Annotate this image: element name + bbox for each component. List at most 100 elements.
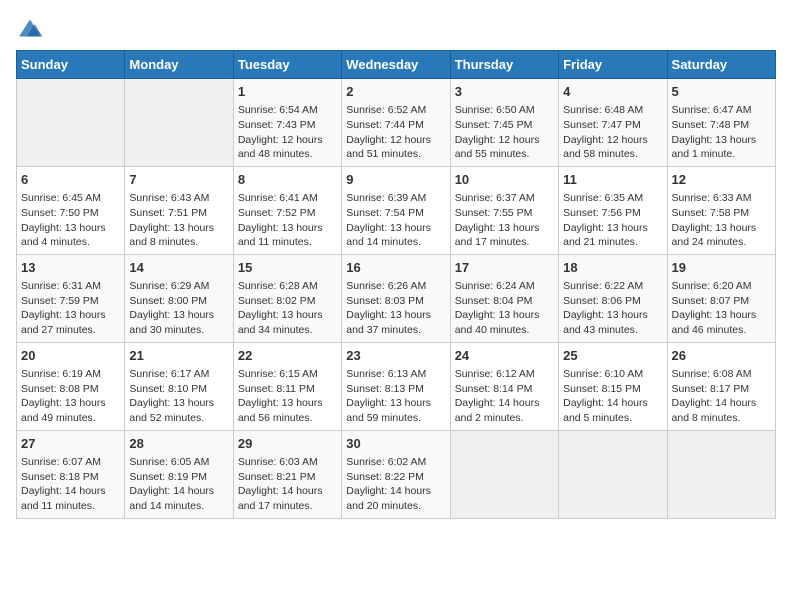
calendar-week-row: 1Sunrise: 6:54 AMSunset: 7:43 PMDaylight… [17, 79, 776, 167]
day-info: Sunrise: 6:39 AMSunset: 7:54 PMDaylight:… [346, 191, 445, 250]
day-info: Sunrise: 6:10 AMSunset: 8:15 PMDaylight:… [563, 367, 662, 426]
day-number: 14 [129, 259, 228, 277]
day-info: Sunrise: 6:54 AMSunset: 7:43 PMDaylight:… [238, 103, 337, 162]
calendar-week-row: 20Sunrise: 6:19 AMSunset: 8:08 PMDayligh… [17, 342, 776, 430]
calendar-week-row: 13 Sunrise: 6:31 AMSunset: 7:59 PMDayligh… [17, 254, 776, 342]
weekday-header-thursday: Thursday [450, 51, 558, 79]
calendar-cell: 17 Sunrise: 6:24 AMSunset: 8:04 PMDayligh… [450, 254, 558, 342]
weekday-header-wednesday: Wednesday [342, 51, 450, 79]
day-info: Sunrise: 6:45 AMSunset: 7:50 PMDaylight:… [21, 191, 120, 250]
weekday-header-row: SundayMondayTuesdayWednesdayThursdayFrid… [17, 51, 776, 79]
calendar-cell: 7 Sunrise: 6:43 AMSunset: 7:51 PMDaylight… [125, 166, 233, 254]
day-info: Sunrise: 6:41 AMSunset: 7:52 PMDaylight:… [238, 191, 337, 250]
day-info: Sunrise: 6:31 AMSunset: 7:59 PMDaylight:… [21, 279, 120, 338]
day-number: 15 [238, 259, 337, 277]
calendar-cell: 15 Sunrise: 6:28 AMSunset: 8:02 PMDayligh… [233, 254, 341, 342]
logo-icon [16, 16, 44, 40]
calendar-cell [450, 430, 558, 518]
day-number: 27 [21, 435, 120, 453]
day-info: Sunrise: 6:17 AMSunset: 8:10 PMDaylight:… [129, 367, 228, 426]
calendar-cell: 26 Sunrise: 6:08 AMSunset: 8:17 PMDayligh… [667, 342, 775, 430]
calendar-week-row: 6 Sunrise: 6:45 AMSunset: 7:50 PMDaylight… [17, 166, 776, 254]
day-number: 4 [563, 83, 662, 101]
day-number: 9 [346, 171, 445, 189]
day-info: Sunrise: 6:24 AMSunset: 8:04 PMDaylight:… [455, 279, 554, 338]
calendar-cell: 3 Sunrise: 6:50 AMSunset: 7:45 PMDaylight… [450, 79, 558, 167]
calendar-cell: 19 Sunrise: 6:20 AMSunset: 8:07 PMDayligh… [667, 254, 775, 342]
calendar-cell [667, 430, 775, 518]
day-number: 2 [346, 83, 445, 101]
calendar-cell: 12Sunrise: 6:33 AMSunset: 7:58 PMDayligh… [667, 166, 775, 254]
day-info: Sunrise: 6:43 AMSunset: 7:51 PMDaylight:… [129, 191, 228, 250]
day-info: Sunrise: 6:22 AMSunset: 8:06 PMDaylight:… [563, 279, 662, 338]
calendar-cell: 25 Sunrise: 6:10 AMSunset: 8:15 PMDayligh… [559, 342, 667, 430]
calendar-header: SundayMondayTuesdayWednesdayThursdayFrid… [17, 51, 776, 79]
day-number: 29 [238, 435, 337, 453]
day-info: Sunrise: 6:20 AMSunset: 8:07 PMDaylight:… [672, 279, 771, 338]
calendar-cell: 11 Sunrise: 6:35 AMSunset: 7:56 PMDayligh… [559, 166, 667, 254]
day-number: 25 [563, 347, 662, 365]
weekday-header-friday: Friday [559, 51, 667, 79]
day-number: 11 [563, 171, 662, 189]
day-info: Sunrise: 6:15 AMSunset: 8:11 PMDaylight:… [238, 367, 337, 426]
calendar-cell: 20Sunrise: 6:19 AMSunset: 8:08 PMDayligh… [17, 342, 125, 430]
calendar-cell: 2 Sunrise: 6:52 AMSunset: 7:44 PMDaylight… [342, 79, 450, 167]
calendar-cell: 9 Sunrise: 6:39 AMSunset: 7:54 PMDaylight… [342, 166, 450, 254]
day-info: Sunrise: 6:05 AMSunset: 8:19 PMDaylight:… [129, 455, 228, 514]
day-number: 3 [455, 83, 554, 101]
day-number: 5 [672, 83, 771, 101]
calendar-cell: 6 Sunrise: 6:45 AMSunset: 7:50 PMDaylight… [17, 166, 125, 254]
day-info: Sunrise: 6:12 AMSunset: 8:14 PMDaylight:… [455, 367, 554, 426]
day-number: 18 [563, 259, 662, 277]
calendar-cell: 28 Sunrise: 6:05 AMSunset: 8:19 PMDayligh… [125, 430, 233, 518]
day-info: Sunrise: 6:47 AMSunset: 7:48 PMDaylight:… [672, 103, 771, 162]
weekday-header-tuesday: Tuesday [233, 51, 341, 79]
day-number: 23 [346, 347, 445, 365]
day-info: Sunrise: 6:19 AMSunset: 8:08 PMDaylight:… [21, 367, 120, 426]
calendar-cell: 22 Sunrise: 6:15 AMSunset: 8:11 PMDayligh… [233, 342, 341, 430]
day-number: 7 [129, 171, 228, 189]
day-number: 28 [129, 435, 228, 453]
day-number: 13 [21, 259, 120, 277]
weekday-header-saturday: Saturday [667, 51, 775, 79]
day-number: 19 [672, 259, 771, 277]
day-number: 10 [455, 171, 554, 189]
calendar-cell: 27Sunrise: 6:07 AMSunset: 8:18 PMDayligh… [17, 430, 125, 518]
calendar-table: SundayMondayTuesdayWednesdayThursdayFrid… [16, 50, 776, 519]
day-number: 16 [346, 259, 445, 277]
day-number: 24 [455, 347, 554, 365]
day-number: 17 [455, 259, 554, 277]
calendar-cell [17, 79, 125, 167]
day-number: 6 [21, 171, 120, 189]
calendar-week-row: 27Sunrise: 6:07 AMSunset: 8:18 PMDayligh… [17, 430, 776, 518]
day-info: Sunrise: 6:26 AMSunset: 8:03 PMDaylight:… [346, 279, 445, 338]
day-info: Sunrise: 6:35 AMSunset: 7:56 PMDaylight:… [563, 191, 662, 250]
calendar-cell: 24 Sunrise: 6:12 AMSunset: 8:14 PMDayligh… [450, 342, 558, 430]
day-number: 21 [129, 347, 228, 365]
day-info: Sunrise: 6:13 AMSunset: 8:13 PMDaylight:… [346, 367, 445, 426]
day-info: Sunrise: 6:08 AMSunset: 8:17 PMDaylight:… [672, 367, 771, 426]
day-number: 26 [672, 347, 771, 365]
day-info: Sunrise: 6:03 AMSunset: 8:21 PMDaylight:… [238, 455, 337, 514]
day-info: Sunrise: 6:33 AMSunset: 7:58 PMDaylight:… [672, 191, 771, 250]
calendar-cell: 29 Sunrise: 6:03 AMSunset: 8:21 PMDayligh… [233, 430, 341, 518]
day-info: Sunrise: 6:48 AMSunset: 7:47 PMDaylight:… [563, 103, 662, 162]
calendar-cell: 16 Sunrise: 6:26 AMSunset: 8:03 PMDayligh… [342, 254, 450, 342]
weekday-header-sunday: Sunday [17, 51, 125, 79]
day-number: 22 [238, 347, 337, 365]
day-info: Sunrise: 6:37 AMSunset: 7:55 PMDaylight:… [455, 191, 554, 250]
day-info: Sunrise: 6:50 AMSunset: 7:45 PMDaylight:… [455, 103, 554, 162]
calendar-cell: 10 Sunrise: 6:37 AMSunset: 7:55 PMDayligh… [450, 166, 558, 254]
day-number: 8 [238, 171, 337, 189]
day-info: Sunrise: 6:52 AMSunset: 7:44 PMDaylight:… [346, 103, 445, 162]
header [16, 16, 776, 40]
day-number: 30 [346, 435, 445, 453]
calendar-cell: 4 Sunrise: 6:48 AMSunset: 7:47 PMDaylight… [559, 79, 667, 167]
calendar-cell: 14 Sunrise: 6:29 AMSunset: 8:00 PMDayligh… [125, 254, 233, 342]
calendar-cell: 23 Sunrise: 6:13 AMSunset: 8:13 PMDayligh… [342, 342, 450, 430]
weekday-header-monday: Monday [125, 51, 233, 79]
day-info: Sunrise: 6:28 AMSunset: 8:02 PMDaylight:… [238, 279, 337, 338]
calendar-cell: 1Sunrise: 6:54 AMSunset: 7:43 PMDaylight… [233, 79, 341, 167]
day-info: Sunrise: 6:02 AMSunset: 8:22 PMDaylight:… [346, 455, 445, 514]
day-info: Sunrise: 6:29 AMSunset: 8:00 PMDaylight:… [129, 279, 228, 338]
